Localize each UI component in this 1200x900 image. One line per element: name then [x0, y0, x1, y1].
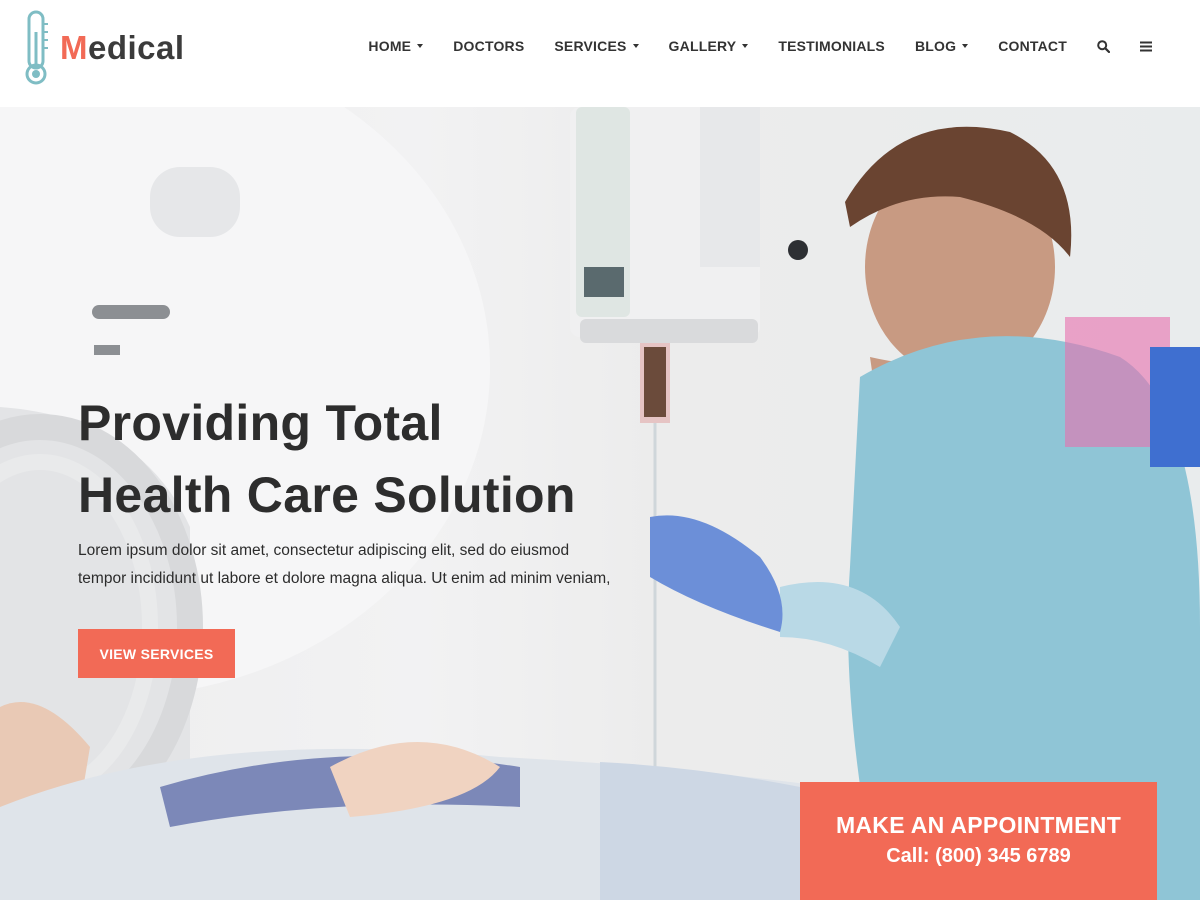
chevron-down-icon: [742, 44, 749, 48]
nav-item-label: BLOG: [914, 38, 957, 54]
view-services-button[interactable]: VIEW SERVICES: [78, 629, 235, 678]
nav-item-doctors[interactable]: DOCTORS: [453, 38, 524, 54]
nav-item-contact[interactable]: CONTACT: [998, 38, 1067, 54]
hero-description-line: tempor incididunt ut labore et dolore ma…: [78, 570, 611, 587]
chevron-down-icon: [417, 44, 424, 48]
search-icon: [1097, 39, 1110, 53]
hero-title-line: Providing Total: [78, 395, 443, 451]
appointment-box[interactable]: MAKE AN APPOINTMENT Call: (800) 345 6789: [800, 782, 1157, 900]
nav-item-services[interactable]: SERVICES: [554, 38, 639, 54]
nav-item-home[interactable]: HOME: [368, 38, 424, 54]
hero-title-line: Health Care Solution: [78, 467, 576, 523]
nav-item-label: SERVICES: [554, 38, 627, 54]
search-button[interactable]: [1097, 39, 1110, 53]
main-nav: HOME DOCTORS SERVICES GALLERY TESTIMONIA…: [368, 0, 1152, 92]
appointment-phone[interactable]: Call: (800) 345 6789: [800, 845, 1157, 868]
brand-name-rest: edical: [88, 29, 185, 66]
thermometer-icon: [25, 10, 48, 85]
menu-icon: [1140, 41, 1152, 51]
brand-name: Medical: [60, 29, 185, 67]
nav-item-gallery[interactable]: GALLERY: [669, 38, 749, 54]
nav-item-testimonials[interactable]: TESTIMONIALS: [778, 38, 885, 54]
appointment-title: MAKE AN APPOINTMENT: [835, 812, 1122, 838]
chevron-down-icon: [962, 44, 969, 48]
menu-button[interactable]: [1140, 41, 1152, 52]
hero-description: Lorem ipsum dolor sit amet, consectetur …: [78, 537, 678, 593]
nav-item-label: TESTIMONIALS: [778, 38, 885, 54]
hero-section: Providing Total Health Care Solution Lor…: [0, 107, 1200, 900]
hero-description-line: Lorem ipsum dolor sit amet, consectetur …: [78, 542, 570, 559]
logo[interactable]: Medical: [24, 10, 185, 86]
nav-item-label: GALLERY: [668, 38, 737, 54]
nav-item-label: HOME: [368, 38, 412, 54]
nav-item-label: DOCTORS: [453, 38, 525, 54]
brand-name-accent: M: [60, 29, 88, 66]
nav-item-blog[interactable]: BLOG: [914, 38, 969, 54]
hero-title: Providing Total Health Care Solution: [78, 387, 576, 531]
nav-item-label: CONTACT: [998, 38, 1067, 54]
chevron-down-icon: [632, 44, 639, 48]
site-header: Medical HOME DOCTORS SERVICES GALLERY TE…: [0, 0, 1200, 107]
